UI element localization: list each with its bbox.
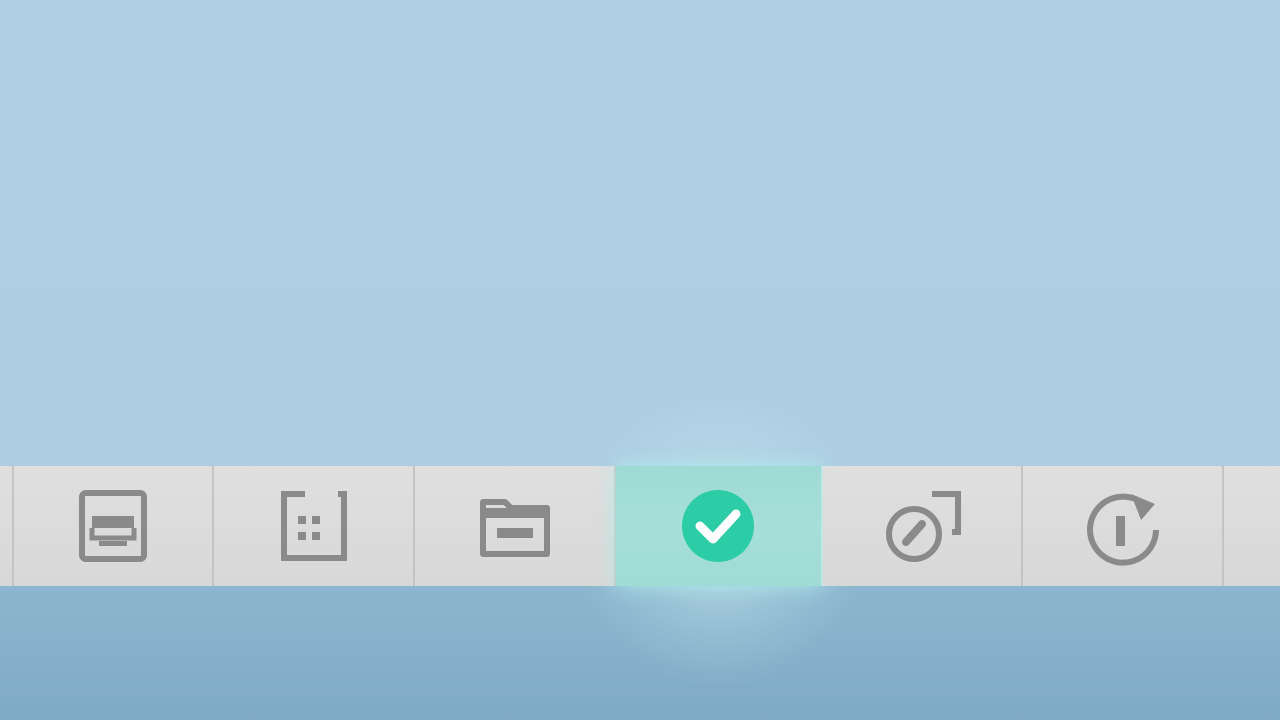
lower-background-band — [0, 586, 1280, 720]
dock-item-external-edit[interactable] — [822, 466, 1024, 586]
desktop-background — [0, 0, 1280, 720]
document-icon — [79, 490, 148, 562]
dock-item-document[interactable] — [13, 466, 215, 586]
external-edit-icon — [885, 491, 961, 562]
icon-dock — [0, 466, 1280, 586]
folder-icon — [479, 499, 550, 557]
calendar-icon — [280, 491, 347, 561]
checkmark-circle-icon — [682, 490, 755, 562]
dock-item-folder[interactable] — [415, 466, 616, 586]
dock-item-refresh[interactable] — [1023, 466, 1225, 586]
refresh-icon — [1086, 493, 1159, 566]
dock-slot-partial-left — [0, 466, 14, 586]
dock-slot-partial-right — [1224, 466, 1280, 586]
dock-item-approve[interactable] — [615, 466, 823, 586]
dock-item-calendar[interactable] — [214, 466, 416, 586]
